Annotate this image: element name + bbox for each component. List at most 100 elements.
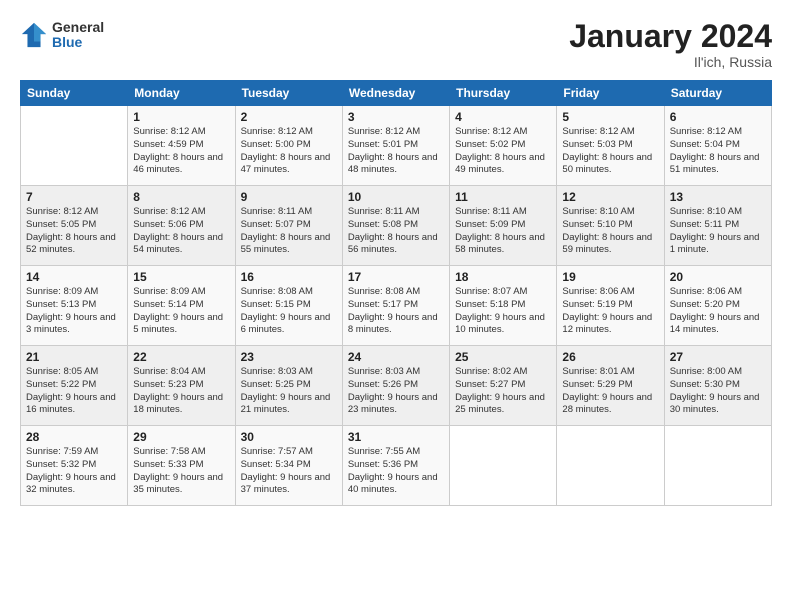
logo-icon [20, 21, 48, 49]
calendar-cell: 18 Sunrise: 8:07 AMSunset: 5:18 PMDaylig… [450, 266, 557, 346]
calendar-cell: 22 Sunrise: 8:04 AMSunset: 5:23 PMDaylig… [128, 346, 235, 426]
calendar-week-row: 21 Sunrise: 8:05 AMSunset: 5:22 PMDaylig… [21, 346, 772, 426]
calendar-body: 1 Sunrise: 8:12 AMSunset: 4:59 PMDayligh… [21, 106, 772, 506]
calendar-cell: 13 Sunrise: 8:10 AMSunset: 5:11 PMDaylig… [664, 186, 771, 266]
day-number: 11 [455, 190, 551, 204]
calendar-cell: 16 Sunrise: 8:08 AMSunset: 5:15 PMDaylig… [235, 266, 342, 346]
day-number: 6 [670, 110, 766, 124]
day-info: Sunrise: 8:12 AMSunset: 4:59 PMDaylight:… [133, 126, 223, 175]
calendar-week-row: 28 Sunrise: 7:59 AMSunset: 5:32 PMDaylig… [21, 426, 772, 506]
day-info: Sunrise: 8:10 AMSunset: 5:11 PMDaylight:… [670, 206, 760, 255]
day-info: Sunrise: 8:11 AMSunset: 5:07 PMDaylight:… [241, 206, 331, 255]
calendar-cell: 23 Sunrise: 8:03 AMSunset: 5:25 PMDaylig… [235, 346, 342, 426]
calendar-cell: 12 Sunrise: 8:10 AMSunset: 5:10 PMDaylig… [557, 186, 664, 266]
calendar-cell: 7 Sunrise: 8:12 AMSunset: 5:05 PMDayligh… [21, 186, 128, 266]
day-info: Sunrise: 8:00 AMSunset: 5:30 PMDaylight:… [670, 366, 760, 415]
day-number: 17 [348, 270, 444, 284]
day-number: 14 [26, 270, 122, 284]
calendar-cell: 1 Sunrise: 8:12 AMSunset: 4:59 PMDayligh… [128, 106, 235, 186]
calendar-cell: 9 Sunrise: 8:11 AMSunset: 5:07 PMDayligh… [235, 186, 342, 266]
day-info: Sunrise: 8:03 AMSunset: 5:25 PMDaylight:… [241, 366, 331, 415]
weekday-thursday: Thursday [450, 81, 557, 106]
day-number: 29 [133, 430, 229, 444]
day-info: Sunrise: 8:12 AMSunset: 5:06 PMDaylight:… [133, 206, 223, 255]
weekday-monday: Monday [128, 81, 235, 106]
calendar-cell: 17 Sunrise: 8:08 AMSunset: 5:17 PMDaylig… [342, 266, 449, 346]
calendar-cell: 11 Sunrise: 8:11 AMSunset: 5:09 PMDaylig… [450, 186, 557, 266]
day-number: 27 [670, 350, 766, 364]
logo-blue-text: Blue [52, 35, 104, 50]
day-number: 25 [455, 350, 551, 364]
day-info: Sunrise: 8:07 AMSunset: 5:18 PMDaylight:… [455, 286, 545, 335]
calendar-cell: 31 Sunrise: 7:55 AMSunset: 5:36 PMDaylig… [342, 426, 449, 506]
calendar-cell: 10 Sunrise: 8:11 AMSunset: 5:08 PMDaylig… [342, 186, 449, 266]
calendar-cell: 28 Sunrise: 7:59 AMSunset: 5:32 PMDaylig… [21, 426, 128, 506]
calendar-cell: 29 Sunrise: 7:58 AMSunset: 5:33 PMDaylig… [128, 426, 235, 506]
logo-general-text: General [52, 20, 104, 35]
calendar-cell: 6 Sunrise: 8:12 AMSunset: 5:04 PMDayligh… [664, 106, 771, 186]
day-number: 19 [562, 270, 658, 284]
day-info: Sunrise: 8:01 AMSunset: 5:29 PMDaylight:… [562, 366, 652, 415]
calendar-cell: 5 Sunrise: 8:12 AMSunset: 5:03 PMDayligh… [557, 106, 664, 186]
page: General Blue January 2024 Il'ich, Russia… [0, 0, 792, 612]
day-info: Sunrise: 8:12 AMSunset: 5:02 PMDaylight:… [455, 126, 545, 175]
header: General Blue January 2024 Il'ich, Russia [20, 20, 772, 70]
day-number: 8 [133, 190, 229, 204]
calendar-cell [450, 426, 557, 506]
day-number: 5 [562, 110, 658, 124]
day-info: Sunrise: 8:08 AMSunset: 5:15 PMDaylight:… [241, 286, 331, 335]
day-number: 22 [133, 350, 229, 364]
day-info: Sunrise: 8:06 AMSunset: 5:19 PMDaylight:… [562, 286, 652, 335]
calendar-cell: 27 Sunrise: 8:00 AMSunset: 5:30 PMDaylig… [664, 346, 771, 426]
weekday-friday: Friday [557, 81, 664, 106]
calendar-title: January 2024 [569, 20, 772, 52]
calendar-cell: 24 Sunrise: 8:03 AMSunset: 5:26 PMDaylig… [342, 346, 449, 426]
day-info: Sunrise: 8:06 AMSunset: 5:20 PMDaylight:… [670, 286, 760, 335]
day-number: 12 [562, 190, 658, 204]
day-info: Sunrise: 7:58 AMSunset: 5:33 PMDaylight:… [133, 446, 223, 495]
day-info: Sunrise: 7:55 AMSunset: 5:36 PMDaylight:… [348, 446, 438, 495]
day-info: Sunrise: 8:02 AMSunset: 5:27 PMDaylight:… [455, 366, 545, 415]
logo-text: General Blue [52, 20, 104, 51]
day-info: Sunrise: 8:12 AMSunset: 5:04 PMDaylight:… [670, 126, 760, 175]
calendar-cell: 15 Sunrise: 8:09 AMSunset: 5:14 PMDaylig… [128, 266, 235, 346]
day-number: 7 [26, 190, 122, 204]
day-info: Sunrise: 8:09 AMSunset: 5:14 PMDaylight:… [133, 286, 223, 335]
day-number: 30 [241, 430, 337, 444]
day-number: 31 [348, 430, 444, 444]
day-info: Sunrise: 8:12 AMSunset: 5:00 PMDaylight:… [241, 126, 331, 175]
day-number: 20 [670, 270, 766, 284]
day-info: Sunrise: 8:11 AMSunset: 5:09 PMDaylight:… [455, 206, 545, 255]
calendar-cell: 25 Sunrise: 8:02 AMSunset: 5:27 PMDaylig… [450, 346, 557, 426]
day-info: Sunrise: 8:12 AMSunset: 5:05 PMDaylight:… [26, 206, 116, 255]
day-info: Sunrise: 7:59 AMSunset: 5:32 PMDaylight:… [26, 446, 116, 495]
day-number: 9 [241, 190, 337, 204]
weekday-wednesday: Wednesday [342, 81, 449, 106]
day-info: Sunrise: 8:11 AMSunset: 5:08 PMDaylight:… [348, 206, 438, 255]
calendar-cell: 30 Sunrise: 7:57 AMSunset: 5:34 PMDaylig… [235, 426, 342, 506]
day-number: 15 [133, 270, 229, 284]
calendar-cell: 19 Sunrise: 8:06 AMSunset: 5:19 PMDaylig… [557, 266, 664, 346]
weekday-tuesday: Tuesday [235, 81, 342, 106]
day-number: 24 [348, 350, 444, 364]
day-number: 4 [455, 110, 551, 124]
calendar-week-row: 1 Sunrise: 8:12 AMSunset: 4:59 PMDayligh… [21, 106, 772, 186]
day-number: 28 [26, 430, 122, 444]
calendar-header: Sunday Monday Tuesday Wednesday Thursday… [21, 81, 772, 106]
calendar-cell: 2 Sunrise: 8:12 AMSunset: 5:00 PMDayligh… [235, 106, 342, 186]
day-number: 1 [133, 110, 229, 124]
calendar-week-row: 7 Sunrise: 8:12 AMSunset: 5:05 PMDayligh… [21, 186, 772, 266]
calendar-week-row: 14 Sunrise: 8:09 AMSunset: 5:13 PMDaylig… [21, 266, 772, 346]
day-number: 18 [455, 270, 551, 284]
logo: General Blue [20, 20, 104, 51]
day-info: Sunrise: 8:10 AMSunset: 5:10 PMDaylight:… [562, 206, 652, 255]
day-number: 3 [348, 110, 444, 124]
calendar-cell: 14 Sunrise: 8:09 AMSunset: 5:13 PMDaylig… [21, 266, 128, 346]
day-info: Sunrise: 8:05 AMSunset: 5:22 PMDaylight:… [26, 366, 116, 415]
calendar-cell [557, 426, 664, 506]
calendar-cell: 20 Sunrise: 8:06 AMSunset: 5:20 PMDaylig… [664, 266, 771, 346]
day-info: Sunrise: 8:03 AMSunset: 5:26 PMDaylight:… [348, 366, 438, 415]
day-info: Sunrise: 8:04 AMSunset: 5:23 PMDaylight:… [133, 366, 223, 415]
calendar-cell: 8 Sunrise: 8:12 AMSunset: 5:06 PMDayligh… [128, 186, 235, 266]
weekday-sunday: Sunday [21, 81, 128, 106]
